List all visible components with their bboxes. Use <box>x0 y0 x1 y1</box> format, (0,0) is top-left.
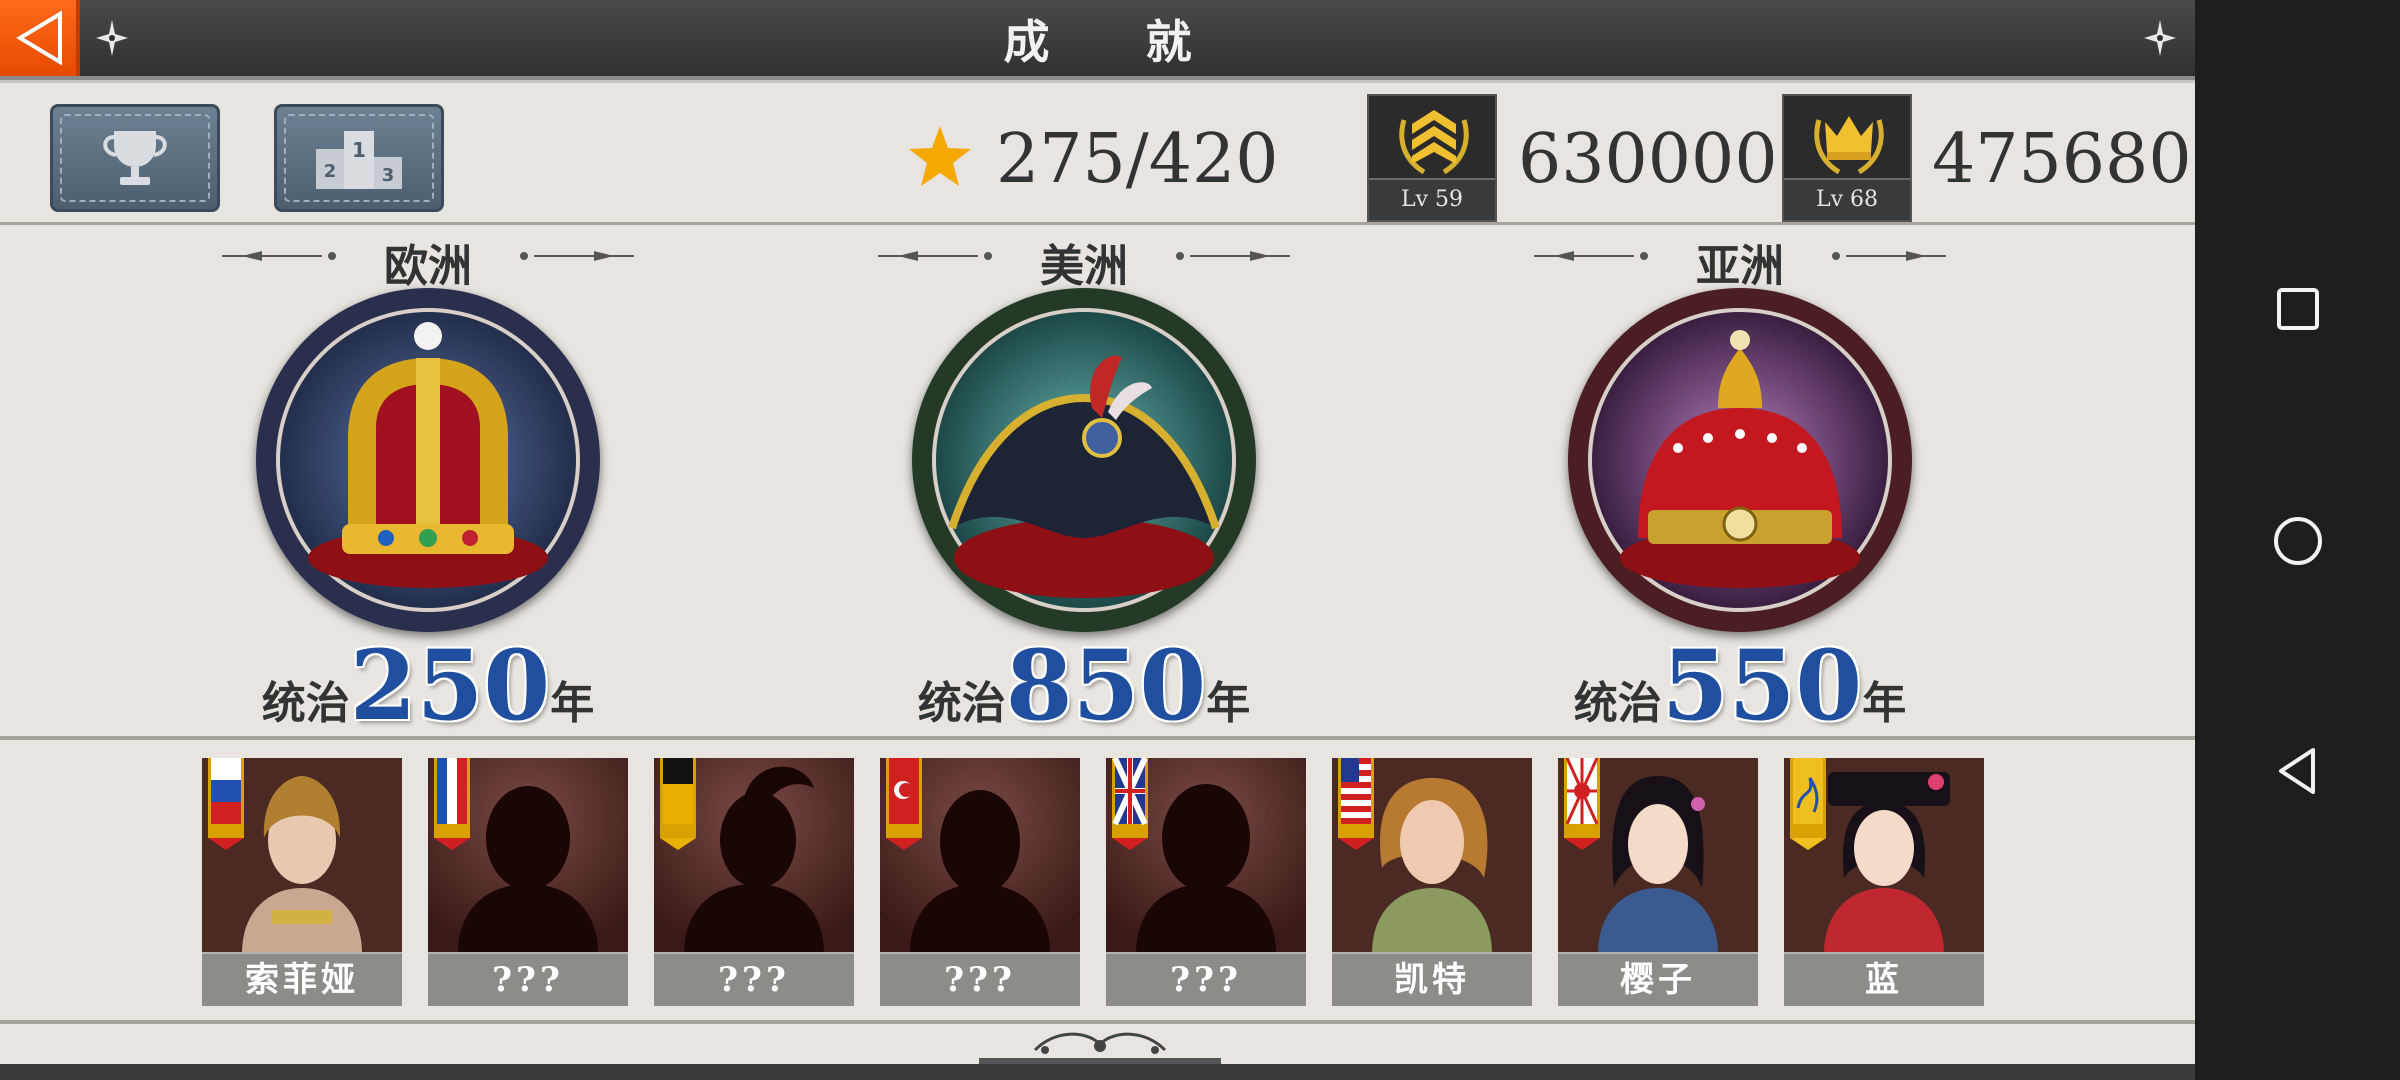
bottom-bar <box>0 1064 2195 1080</box>
svg-text:1: 1 <box>352 138 366 162</box>
rank-level: Lv 59 <box>1369 178 1495 220</box>
rank-badge-sergeant: Lv 59 <box>1367 94 1497 222</box>
recent-apps-icon[interactable] <box>2257 268 2339 350</box>
character-card-sofia[interactable]: 索菲娅 <box>202 758 402 1006</box>
bottom-ornament-icon <box>979 1032 1221 1064</box>
character-name: 索菲娅 <box>202 952 402 1006</box>
character-card-lan[interactable]: 蓝 <box>1784 758 1984 1006</box>
home-icon[interactable] <box>2257 500 2339 582</box>
leaderboard-button[interactable]: 1 2 3 <box>274 104 444 212</box>
page-title: 成 就 <box>1003 15 1232 69</box>
character-name: ??? <box>428 952 628 1006</box>
reign-years-value: 250 <box>349 629 551 742</box>
chevron-rank-icon <box>1399 110 1469 175</box>
reign-years: 统治550年 <box>1573 629 1907 742</box>
rank-score: 630000 <box>1518 120 1778 199</box>
rank-badge-crown: Lv 68 <box>1782 94 1912 222</box>
trophy-icon <box>103 131 167 185</box>
character-name: 蓝 <box>1784 952 1984 1006</box>
france-flag-icon <box>434 758 470 850</box>
reign-years: 统治250年 <box>261 629 595 742</box>
russia-flag-icon <box>208 758 244 850</box>
character-name: ??? <box>880 952 1080 1006</box>
germany-flag-icon <box>660 758 696 850</box>
reign-years-value: 550 <box>1661 629 1863 742</box>
americas-bicorne-medal[interactable] <box>912 288 1256 632</box>
star-icon <box>909 126 971 186</box>
asia-imperial-hat-medal[interactable] <box>1568 288 1912 632</box>
europe-crown-medal[interactable] <box>256 288 600 632</box>
uk-flag-icon <box>1112 758 1148 850</box>
reign-years-value: 850 <box>1005 629 1207 742</box>
ornament-right-icon <box>520 251 634 261</box>
character-card-locked[interactable]: ??? <box>880 758 1080 1006</box>
crown-rank-icon <box>1814 116 1884 175</box>
android-nav-bar <box>2195 0 2400 1080</box>
svg-text:3: 3 <box>382 165 395 186</box>
usa-flag-icon <box>1338 758 1374 850</box>
character-card-kate[interactable]: 凯特 <box>1332 758 1532 1006</box>
stats-bar: 1 2 3 275/420 Lv 59 630000 Lv 68 475680 <box>0 92 2195 225</box>
crown-icon <box>308 322 548 588</box>
reign-years: 统治850年 <box>917 629 1251 742</box>
title-bar: 成 就 <box>0 0 2195 80</box>
character-name: ??? <box>1106 952 1306 1006</box>
fleur-ornament-icon <box>2144 20 2176 56</box>
character-card-sakurako[interactable]: 樱子 <box>1558 758 1758 1006</box>
podium-icon: 1 2 3 <box>316 131 402 189</box>
continent-asia: 亚洲 统治550年 <box>1530 226 1950 736</box>
bicorne-hat-icon <box>948 355 1220 598</box>
ornament-right-icon <box>1832 251 1946 261</box>
character-name: 凯特 <box>1332 952 1532 1006</box>
continent-americas: 美洲 统治850年 <box>874 226 1294 736</box>
ornament-right-icon <box>1176 251 1290 261</box>
star-count: 275/420 <box>996 120 1279 199</box>
character-strip: 索菲娅 ??? ??? ??? ??? 凯特 樱子 蓝 <box>0 736 2195 1024</box>
achievements-screen: 成 就 1 2 3 275/420 Lv 59 630000 Lv 68 475… <box>0 0 2195 1080</box>
character-card-locked[interactable]: ??? <box>654 758 854 1006</box>
trophy-button[interactable] <box>50 104 220 212</box>
imperial-hat-icon <box>1620 330 1860 588</box>
svg-text:2: 2 <box>324 161 337 182</box>
continent-europe: 欧洲 统治250年 <box>218 226 638 736</box>
character-card-locked[interactable]: ??? <box>1106 758 1306 1006</box>
qing-flag-icon <box>1790 758 1826 850</box>
character-name: 樱子 <box>1558 952 1758 1006</box>
turkey-flag-icon <box>886 758 922 850</box>
japan-flag-icon <box>1564 758 1600 850</box>
back-nav-icon[interactable] <box>2257 730 2339 812</box>
rank-level: Lv 68 <box>1784 178 1910 220</box>
rank-score: 475680 <box>1932 120 2192 199</box>
character-name: ??? <box>654 952 854 1006</box>
character-card-locked[interactable]: ??? <box>428 758 628 1006</box>
